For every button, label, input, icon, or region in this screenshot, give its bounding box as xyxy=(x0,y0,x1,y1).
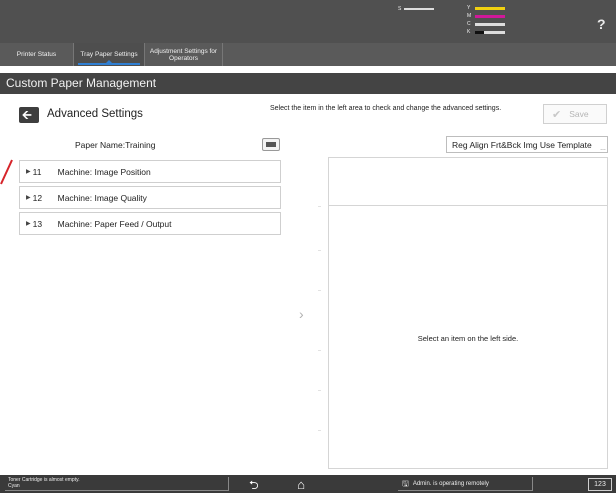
back-button[interactable]: 🡨 xyxy=(19,107,39,123)
instruction-text: Select the item in the left area to chec… xyxy=(270,105,502,112)
toner-fill-c xyxy=(475,23,505,26)
home-button[interactable]: ⌂ xyxy=(285,476,317,493)
home-icon: ⌂ xyxy=(297,477,305,492)
panel-divider xyxy=(329,205,607,206)
reg-align-template-button[interactable]: Reg Align Frt&Bck Img Use Template … xyxy=(446,136,608,153)
toner-bar-s xyxy=(404,8,434,10)
empty-state-message: Select an item on the left side. xyxy=(417,334,519,343)
remote-status[interactable]: 🖫 Admin. is operating remotely xyxy=(398,477,533,491)
keyboard-icon xyxy=(266,142,276,147)
tab-bar: Printer Status Tray Paper Settings Adjus… xyxy=(0,43,616,66)
more-dots-icon: … xyxy=(600,146,606,152)
list-item-paper-feed-output[interactable]: ▶ 13 Machine: Paper Feed / Output xyxy=(19,212,281,235)
list-item-image-quality[interactable]: ▶ 12 Machine: Image Quality xyxy=(19,186,281,209)
return-arrow-icon[interactable]: ⮌ xyxy=(249,476,259,493)
list-item-label: Machine: Image Quality xyxy=(57,192,147,203)
list-item-number: 11 xyxy=(32,166,42,177)
separator-dash xyxy=(318,350,321,351)
checkmark-icon: ✔ xyxy=(552,108,562,121)
expand-triangle-icon: ▶ xyxy=(26,221,31,227)
keyboard-button[interactable] xyxy=(262,138,280,151)
help-icon[interactable]: ? xyxy=(597,16,606,32)
remote-computer-icon: 🖫 xyxy=(402,478,409,488)
top-header: S Y M C K ? xyxy=(0,0,616,43)
toner-row-k: K xyxy=(467,29,507,35)
detail-panel: Select an item on the left side. xyxy=(328,157,608,469)
toner-label-y: Y xyxy=(467,5,471,11)
toner-fill-y xyxy=(475,7,505,10)
reg-align-template-label: Reg Align Frt&Bck Img Use Template xyxy=(452,139,592,150)
separator-dash xyxy=(318,430,321,431)
toner-label-m: M xyxy=(467,13,472,19)
toner-fill-k xyxy=(475,31,484,34)
list-item-label: Machine: Paper Feed / Output xyxy=(57,218,172,229)
tab-printer-status[interactable]: Printer Status xyxy=(0,43,74,66)
separator-dash xyxy=(318,250,321,251)
keypad-button[interactable]: 123 xyxy=(588,478,612,491)
toner-label-s: S xyxy=(398,6,402,12)
expand-triangle-icon: ▶ xyxy=(26,195,31,201)
status-bar: Toner Cartridge is almost empty. Cyan ⮌ … xyxy=(0,475,616,493)
separator-dash xyxy=(318,206,321,207)
list-item-number: 12 xyxy=(32,192,43,203)
tab-adjustment-settings[interactable]: Adjustment Settings for Operators xyxy=(145,43,223,66)
list-item-image-position[interactable]: ▶ 11 Machine: Image Position xyxy=(19,160,281,183)
toner-row-c: C xyxy=(467,21,507,27)
save-button-label: Save xyxy=(569,109,589,119)
list-item-label: Machine: Image Position xyxy=(57,166,151,177)
list-item-number: 13 xyxy=(32,218,43,229)
separator-dash xyxy=(318,390,321,391)
paper-name-label: Paper Name:Training xyxy=(75,140,156,150)
page-title: Custom Paper Management xyxy=(0,73,616,94)
separator-dash xyxy=(318,290,321,291)
chevron-right-icon: › xyxy=(299,306,304,322)
tab-tray-paper-settings-label: Tray Paper Settings xyxy=(80,51,138,58)
remote-status-label: Admin. is operating remotely xyxy=(412,480,489,487)
back-arrow-icon: 🡨 xyxy=(22,108,32,122)
red-pointer-mark xyxy=(0,159,13,185)
status-message[interactable]: Toner Cartridge is almost empty. Cyan xyxy=(5,477,229,491)
status-message-line2: Cyan xyxy=(8,483,20,489)
toner-label-k: K xyxy=(467,29,471,35)
toner-row-m: M xyxy=(467,13,507,19)
toner-fill-m xyxy=(475,15,505,18)
section-heading: Advanced Settings xyxy=(47,108,143,120)
tab-adjustment-settings-label: Adjustment Settings for Operators xyxy=(149,47,218,62)
save-button[interactable]: ✔ Save xyxy=(543,104,607,124)
toner-label-c: C xyxy=(467,21,471,27)
expand-triangle-icon: ▶ xyxy=(26,169,31,175)
toner-row-y: Y xyxy=(467,5,507,11)
tab-tray-paper-settings[interactable]: Tray Paper Settings xyxy=(74,43,145,66)
active-tab-caret-icon xyxy=(106,60,112,63)
